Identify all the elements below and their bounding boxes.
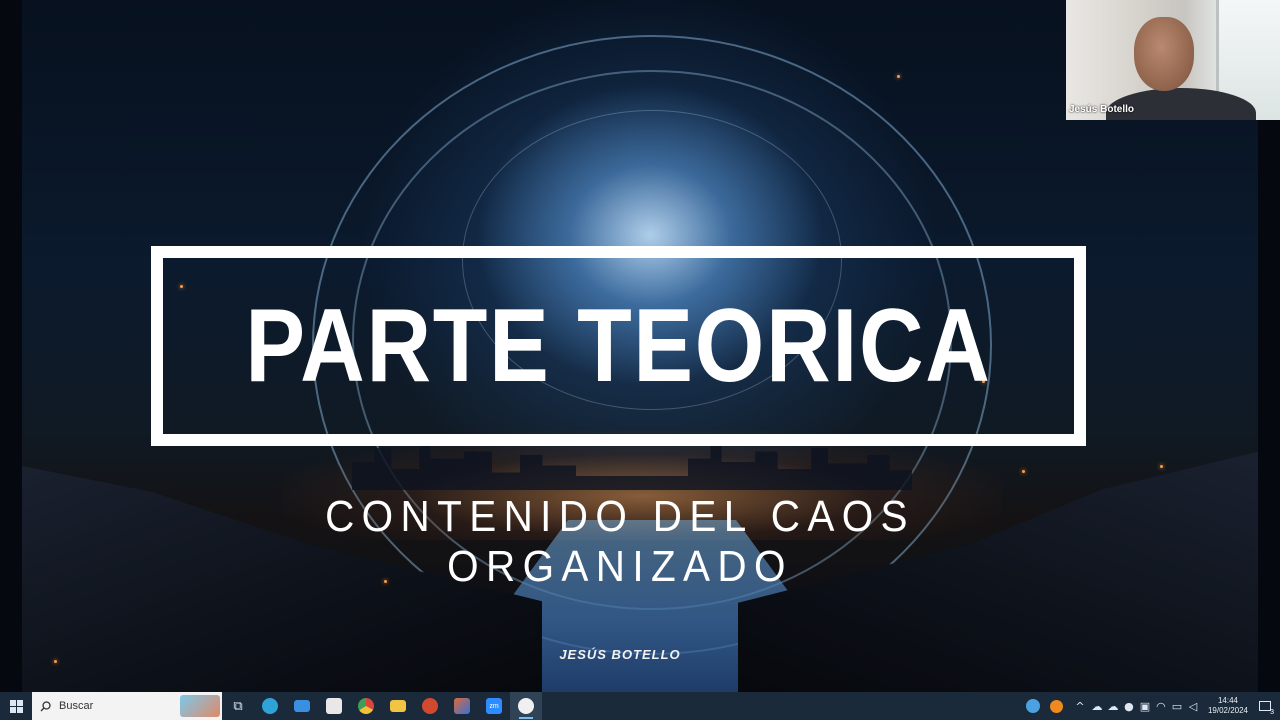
media-player-icon: [518, 698, 534, 714]
weather-icon[interactable]: [1024, 699, 1042, 713]
ember: [1160, 465, 1163, 468]
paint-icon: [454, 698, 470, 714]
file-explorer-icon: [390, 700, 406, 712]
taskbar-app-media-player[interactable]: [510, 692, 542, 720]
ember: [897, 75, 900, 78]
participant-face: [1134, 17, 1194, 91]
microphone-icon[interactable]: ●: [1122, 699, 1136, 713]
search-icon: [40, 700, 51, 711]
task-view-button[interactable]: ⧉: [222, 692, 254, 720]
powerpoint-icon: [422, 698, 438, 714]
clock-date: 19/02/2024: [1207, 706, 1248, 715]
participant-name: Jesús Botello: [1069, 104, 1135, 115]
slide-subtitle: CONTENIDO DEL CAOS ORGANIZADO: [325, 492, 915, 591]
taskbar-clock[interactable]: 14:44 19/02/2024: [1208, 696, 1248, 716]
ember: [1022, 470, 1025, 473]
taskbar-app-edge[interactable]: [254, 692, 286, 720]
search-placeholder: Buscar: [59, 700, 94, 712]
windows-logo-icon: [9, 699, 23, 713]
zoom-icon: zm: [486, 698, 502, 714]
taskbar-app-explorer[interactable]: [382, 692, 414, 720]
system-tray: ^ ☁ ☁ ● ▣ ◠ ▭ ◁ 14:44 19/02/2024 3: [1024, 692, 1280, 720]
taskbar-search-box[interactable]: Buscar: [32, 692, 222, 720]
webcam-thumbnail[interactable]: Jesús Botello: [1066, 0, 1280, 120]
clock-time: 14:44: [1217, 696, 1238, 705]
search-highlight-image: [180, 695, 220, 717]
edge-icon: [262, 698, 278, 714]
onedrive-icon[interactable]: ☁: [1106, 699, 1120, 713]
mail-icon: [294, 700, 310, 712]
taskbar-app-mail[interactable]: [286, 692, 318, 720]
chrome-icon: [358, 698, 374, 714]
taskbar-app-powerpoint[interactable]: [414, 692, 446, 720]
battery-icon[interactable]: ▭: [1170, 699, 1184, 713]
taskbar-app-paint[interactable]: [446, 692, 478, 720]
slide-author: JESÚS BOTELLO: [559, 647, 681, 662]
status-orange-icon[interactable]: [1044, 699, 1070, 713]
taskbar-app-store[interactable]: [318, 692, 350, 720]
windows-taskbar: Buscar ⧉ zm ^ ☁ ☁ ● ▣ ◠ ▭ ◁ 14:44 19/02/…: [0, 692, 1280, 720]
chevron-up-icon[interactable]: ^: [1072, 699, 1088, 713]
task-view-icon: ⧉: [233, 698, 243, 714]
start-button[interactable]: [0, 692, 32, 720]
notifications-icon[interactable]: 3: [1256, 699, 1274, 716]
cloud-icon[interactable]: ☁: [1090, 699, 1104, 713]
slide-title: PARTE TEORICA: [245, 288, 992, 404]
volume-icon[interactable]: ◁: [1186, 699, 1200, 713]
wifi-icon[interactable]: ◠: [1154, 699, 1168, 713]
display-icon[interactable]: ▣: [1138, 699, 1152, 713]
taskbar-app-zoom[interactable]: zm: [478, 692, 510, 720]
store-icon: [326, 698, 342, 714]
ember: [54, 660, 57, 663]
taskbar-app-chrome[interactable]: [350, 692, 382, 720]
notification-count-badge: 3: [1270, 709, 1274, 716]
screen-share-area: PARTE TEORICA CONTENIDO DEL CAOS ORGANIZ…: [0, 0, 1280, 692]
